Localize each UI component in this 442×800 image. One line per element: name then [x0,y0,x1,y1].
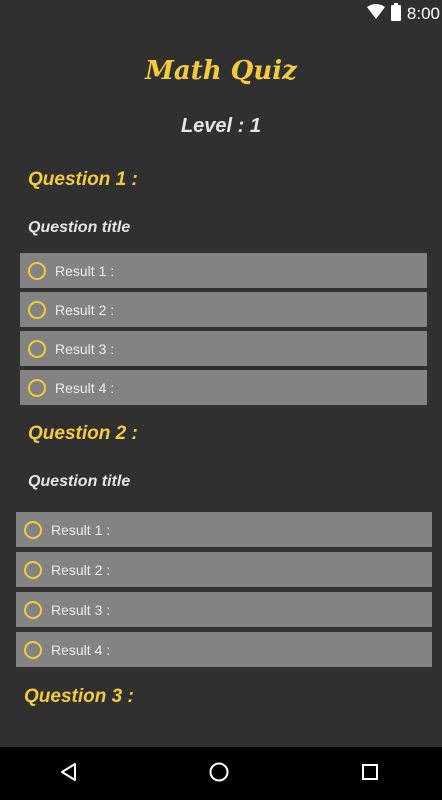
question-2-option-1[interactable]: Result 1 : [16,512,432,547]
option-label: Result 1 : [55,262,115,279]
question-1-option-2[interactable]: Result 2 : [20,292,427,327]
option-label: Result 4 : [55,379,115,396]
option-label: Result 2 : [55,301,115,318]
radio-button-icon[interactable] [28,378,46,397]
home-button[interactable] [204,759,234,789]
question-1-option-1[interactable]: Result 1 : [20,253,427,288]
question-2-option-3[interactable]: Result 3 : [16,592,432,627]
question-2-option-2[interactable]: Result 2 : [16,552,432,587]
question-2-title: Question title [28,473,131,490]
status-icons: 8:00 [366,2,440,26]
radio-button-icon[interactable] [24,560,42,579]
question-3-heading: Question 3 : [24,686,134,707]
option-label: Result 4 : [51,641,111,658]
app-title: Math Quiz [145,56,297,86]
option-label: Result 1 : [51,521,111,538]
radio-button-icon[interactable] [24,640,42,659]
radio-button-icon[interactable] [24,520,42,539]
level-label: Level : 1 [180,115,262,137]
back-icon [59,762,79,787]
radio-button-icon[interactable] [24,600,42,619]
status-time: 8:00 [406,4,440,23]
recents-button[interactable] [355,759,385,789]
battery-icon [390,2,401,26]
back-button[interactable] [54,759,84,789]
option-label: Result 2 : [51,561,111,578]
question-1-option-4[interactable]: Result 4 : [20,370,427,405]
wifi-icon [366,3,385,25]
question-2-option-4[interactable]: Result 4 : [16,632,432,667]
option-label: Result 3 : [55,340,115,357]
question-2-heading: Question 2 : [28,423,138,444]
recents-icon [361,763,379,786]
radio-button-icon[interactable] [28,300,46,319]
status-bar: 8:00 [0,0,442,28]
navigation-bar [0,747,442,800]
question-1-option-3[interactable]: Result 3 : [20,331,427,366]
question-1-title: Question title [28,219,131,236]
option-label: Result 3 : [51,601,111,618]
radio-button-icon[interactable] [28,261,46,280]
question-1-heading: Question 1 : [28,169,138,190]
radio-button-icon[interactable] [28,339,46,358]
home-icon [208,761,230,788]
